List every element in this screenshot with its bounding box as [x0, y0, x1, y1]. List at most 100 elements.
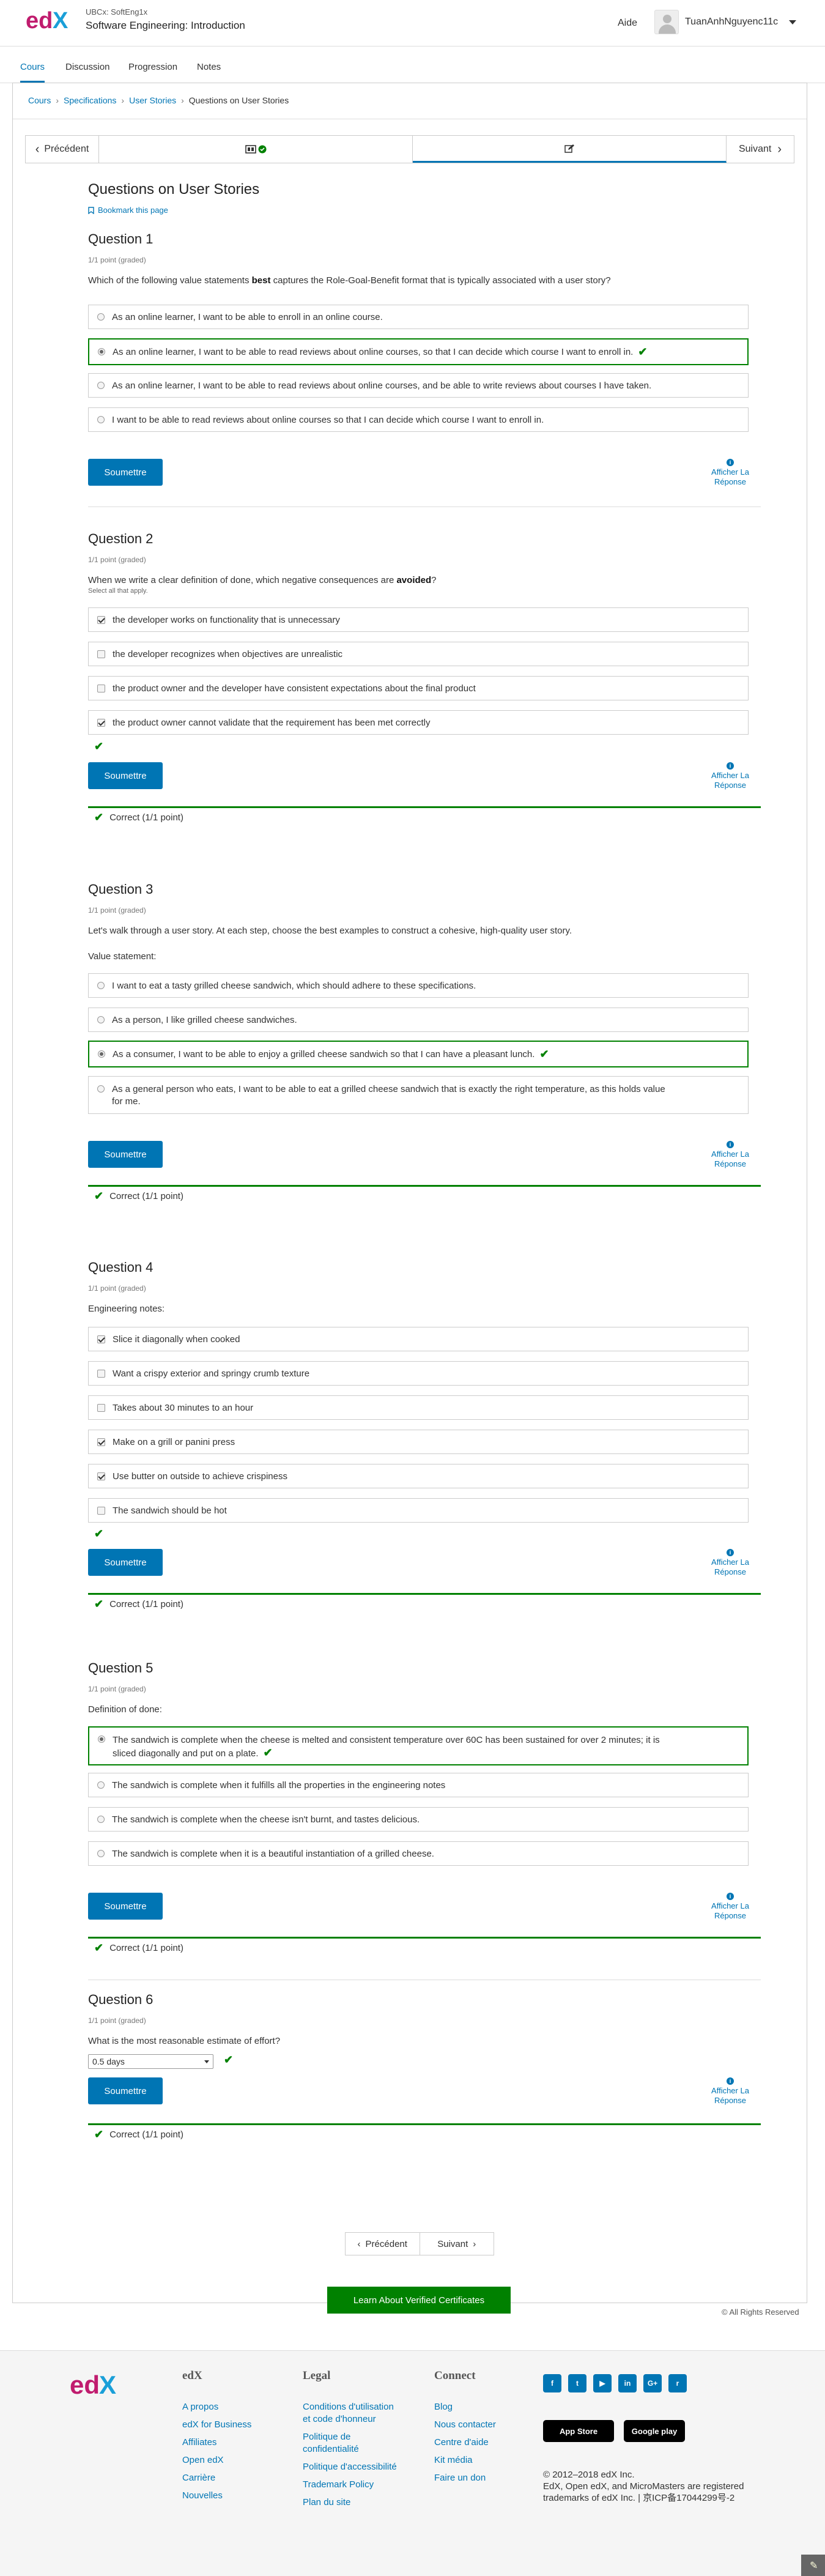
choice-option[interactable]: The sandwich is complete when the cheese…	[88, 1726, 749, 1765]
show-answer-button[interactable]: i Afficher La Réponse	[700, 459, 761, 487]
edx-logo[interactable]: ed X	[24, 5, 82, 34]
verified-certificates-button[interactable]: Learn About Verified Certificates	[327, 2287, 511, 2314]
checkbox[interactable]	[97, 1438, 105, 1446]
choice-option[interactable]: As an online learner, I want to be able …	[88, 373, 749, 398]
youtube-icon[interactable]: ▶	[593, 2374, 612, 2392]
submit-button[interactable]: Soumettre	[88, 2077, 163, 2104]
footer-link[interactable]: Blog	[434, 2401, 526, 2413]
choice-option[interactable]: the developer works on functionality tha…	[88, 607, 749, 632]
choice-option[interactable]: the product owner and the developer have…	[88, 676, 749, 700]
choice-option[interactable]: Takes about 30 minutes to an hour	[88, 1395, 749, 1420]
breadcrumb-user-stories[interactable]: User Stories	[129, 95, 176, 105]
sequence-prev-button[interactable]: ‹ Précédent	[26, 136, 99, 163]
breadcrumb-specifications[interactable]: Specifications	[64, 95, 116, 105]
radio-button[interactable]	[97, 382, 105, 389]
footer-link[interactable]: Carrière	[182, 2472, 286, 2484]
reddit-icon[interactable]: r	[668, 2374, 687, 2392]
chevron-down-icon[interactable]	[789, 20, 797, 24]
avatar[interactable]	[654, 10, 679, 34]
sequence-item-problem[interactable]	[413, 136, 727, 163]
checkbox[interactable]	[97, 1369, 105, 1378]
footer-link[interactable]: Kit média	[434, 2454, 526, 2467]
show-answer-button[interactable]: i Afficher La Réponse	[700, 1549, 761, 1577]
radio-button[interactable]	[98, 1735, 105, 1743]
show-answer-button[interactable]: i Afficher La Réponse	[700, 1141, 761, 1169]
choice-option[interactable]: I want to eat a tasty grilled cheese san…	[88, 973, 749, 998]
bottom-prev-button[interactable]: ‹ Précédent	[346, 2233, 420, 2255]
choice-option[interactable]: the product owner cannot validate that t…	[88, 710, 749, 735]
radio-button[interactable]	[97, 1816, 105, 1823]
choice-option[interactable]: The sandwich is complete when it is a be…	[88, 1841, 749, 1866]
choice-option[interactable]: As an online learner, I want to be able …	[88, 338, 749, 365]
choice-option[interactable]: I want to be able to read reviews about …	[88, 407, 749, 432]
checkbox[interactable]	[97, 718, 105, 727]
footer-link[interactable]: Politique d'accessibilité	[303, 2461, 401, 2473]
app-store-badge[interactable]: App Store	[543, 2420, 614, 2442]
user-menu[interactable]: TuanAnhNguyenc11c	[654, 10, 797, 34]
radio-button[interactable]	[98, 348, 105, 355]
tab-discussion[interactable]: Discussion	[65, 62, 110, 81]
footer-link[interactable]: Conditions d'utilisation et code d'honne…	[303, 2401, 401, 2426]
checkbox[interactable]	[97, 1335, 105, 1343]
choice-option[interactable]: The sandwich is complete when it fulfill…	[88, 1773, 749, 1797]
footer-link[interactable]: Open edX	[182, 2454, 286, 2467]
choice-option[interactable]: The sandwich is complete when the cheese…	[88, 1807, 749, 1832]
submit-button[interactable]: Soumettre	[88, 1893, 163, 1920]
footer-link[interactable]: Centre d'aide	[434, 2437, 526, 2449]
show-answer-button[interactable]: i Afficher La Réponse	[700, 2077, 761, 2106]
checkbox[interactable]	[97, 650, 105, 658]
footer-link[interactable]: Trademark Policy	[303, 2479, 401, 2491]
submit-button[interactable]: Soumettre	[88, 459, 163, 486]
footer-link[interactable]: Affiliates	[182, 2437, 286, 2449]
footer-link[interactable]: Politique de confidentialité	[303, 2431, 401, 2455]
choice-option[interactable]: As a consumer, I want to be able to enjo…	[88, 1041, 749, 1067]
radio-button[interactable]	[97, 1085, 105, 1093]
breadcrumb-cours[interactable]: Cours	[28, 95, 51, 105]
tab-progression[interactable]: Progression	[128, 62, 177, 81]
google-play-badge[interactable]: Google play	[624, 2420, 685, 2442]
radio-button[interactable]	[97, 1016, 105, 1023]
radio-button[interactable]	[97, 1850, 105, 1857]
choice-option[interactable]: As a person, I like grilled cheese sandw…	[88, 1008, 749, 1032]
checkbox[interactable]	[97, 1506, 105, 1515]
choice-option[interactable]: The sandwich should be hot	[88, 1498, 749, 1523]
choice-option[interactable]: As a general person who eats, I want to …	[88, 1076, 749, 1114]
effort-select[interactable]: 0.5 days	[88, 2054, 213, 2069]
linkedin-icon[interactable]: in	[618, 2374, 637, 2392]
choice-option[interactable]: Slice it diagonally when cooked	[88, 1327, 749, 1351]
submit-button[interactable]: Soumettre	[88, 1141, 163, 1168]
edx-footer-logo[interactable]: ed X	[68, 2368, 130, 2401]
choice-option[interactable]: Want a crispy exterior and springy crumb…	[88, 1361, 749, 1386]
footer-link[interactable]: edX for Business	[182, 2419, 286, 2431]
sequence-next-button[interactable]: Suivant ›	[727, 136, 794, 163]
twitter-icon[interactable]: t	[568, 2374, 586, 2392]
choice-option[interactable]: the developer recognizes when objectives…	[88, 642, 749, 666]
radio-button[interactable]	[97, 313, 105, 321]
checkbox[interactable]	[97, 615, 105, 624]
checkbox[interactable]	[97, 1472, 105, 1480]
checkbox[interactable]	[97, 684, 105, 692]
radio-button[interactable]	[97, 982, 105, 989]
footer-link[interactable]: Nous contacter	[434, 2419, 526, 2431]
username[interactable]: TuanAnhNguyenc11c	[685, 17, 778, 28]
tab-cours[interactable]: Cours	[20, 62, 45, 83]
submit-button[interactable]: Soumettre	[88, 762, 163, 789]
radio-button[interactable]	[97, 1781, 105, 1789]
edit-pencil-button[interactable]: ✎	[801, 2555, 825, 2576]
sequence-item-video[interactable]	[99, 136, 413, 163]
tab-notes[interactable]: Notes	[197, 62, 221, 81]
bottom-next-button[interactable]: Suivant ›	[419, 2233, 494, 2255]
bookmark-button[interactable]: Bookmark this page	[88, 206, 168, 215]
submit-button[interactable]: Soumettre	[88, 1549, 163, 1576]
choice-option[interactable]: As an online learner, I want to be able …	[88, 305, 749, 329]
help-link[interactable]: Aide	[618, 18, 637, 29]
footer-link[interactable]: Plan du site	[303, 2496, 401, 2509]
footer-link[interactable]: A propos	[182, 2401, 286, 2413]
checkbox[interactable]	[97, 1403, 105, 1412]
footer-link[interactable]: Nouvelles	[182, 2490, 286, 2502]
choice-option[interactable]: Make on a grill or panini press	[88, 1430, 749, 1454]
radio-button[interactable]	[97, 416, 105, 423]
facebook-icon[interactable]: f	[543, 2374, 561, 2392]
radio-button[interactable]	[98, 1050, 105, 1058]
show-answer-button[interactable]: i Afficher La Réponse	[700, 1893, 761, 1921]
